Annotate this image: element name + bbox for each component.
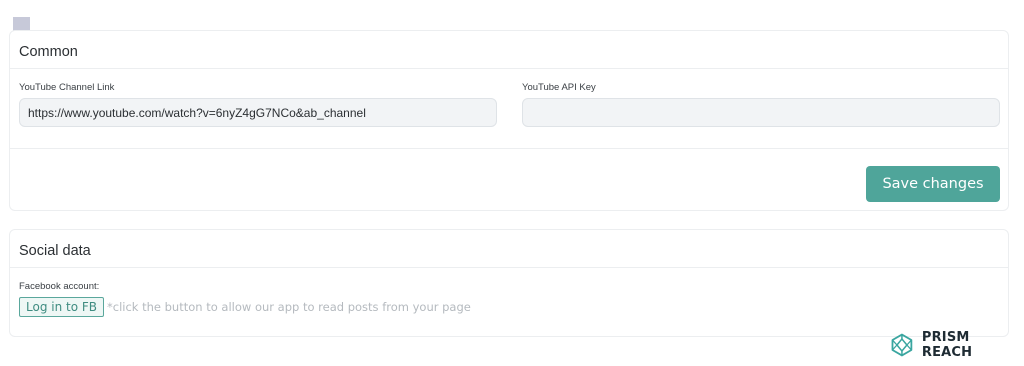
brand-watermark: PRISM REACH <box>890 330 1024 360</box>
facebook-login-hint: *click the button to allow our app to re… <box>107 300 471 314</box>
social-section: Social data Facebook account: Log in to … <box>9 229 1009 337</box>
prism-logo-icon <box>891 333 913 357</box>
api-key-input[interactable] <box>522 98 1000 127</box>
common-divider <box>10 148 1008 149</box>
facebook-login-row: Log in to FB *click the button to allow … <box>19 297 471 317</box>
common-header: Common <box>10 31 1008 69</box>
facebook-login-button[interactable]: Log in to FB <box>19 297 104 317</box>
facebook-account-label: Facebook account: <box>19 281 100 292</box>
settings-page: Common YouTube Channel Link YouTube API … <box>0 0 1024 366</box>
social-header: Social data <box>10 230 1008 268</box>
save-changes-button[interactable]: Save changes <box>866 166 1000 202</box>
api-key-label: YouTube API Key <box>522 82 596 93</box>
social-title: Social data <box>19 243 91 259</box>
youtube-link-input[interactable] <box>19 98 497 127</box>
common-section: Common YouTube Channel Link YouTube API … <box>9 30 1009 211</box>
youtube-link-label: YouTube Channel Link <box>19 82 115 93</box>
brand-name: PRISM REACH <box>921 330 973 360</box>
common-title: Common <box>19 44 78 60</box>
